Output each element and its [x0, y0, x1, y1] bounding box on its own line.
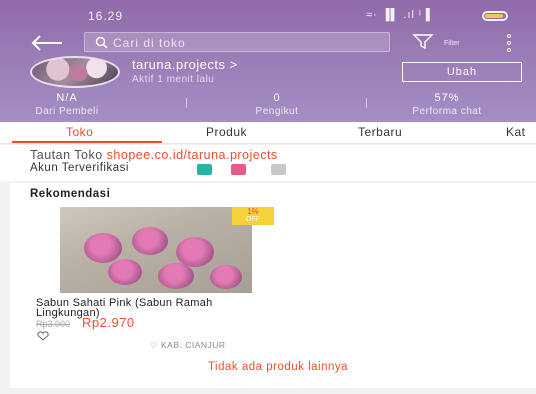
- original-price: Rp3.000: [36, 319, 71, 329]
- verified-badge-icon: [231, 164, 246, 175]
- stat-label: Dari Pembeli: [35, 106, 99, 117]
- product-name: Sabun Sahati Pink (Sabun Ramah Lingkunga…: [36, 297, 213, 319]
- search-input[interactable]: [113, 35, 383, 51]
- soap-image: [176, 237, 214, 267]
- tab-kategori[interactable]: Kat: [506, 125, 526, 139]
- back-button[interactable]: [30, 34, 64, 52]
- shop-header: 16.29 ≈· ▐▌ .ıl ᴵ▐ Filter taruna.project…: [0, 0, 536, 122]
- discount-label: OFF: [246, 216, 260, 223]
- more-dot-icon: [507, 34, 511, 38]
- filter-icon: [412, 34, 434, 50]
- shop-tabs: Toko Produk Terbaru Kat: [0, 122, 536, 144]
- stat-value: 57%: [434, 92, 460, 104]
- shop-link-label: Tautan Toko: [30, 148, 103, 162]
- product-location: ♡ KAB. CIANJUR: [150, 340, 226, 351]
- recommendation-section: Rekomendasi 1% OFF Sabun Sahati Pink (Sa…: [10, 183, 536, 388]
- shop-link-url[interactable]: shopee.co.id/taruna.projects: [107, 148, 278, 162]
- tab-toko[interactable]: Toko: [66, 125, 93, 139]
- more-options-button[interactable]: [502, 32, 518, 54]
- soap-image: [84, 233, 122, 263]
- filter-button[interactable]: Filter: [412, 32, 476, 52]
- discount-badge: 1% OFF: [232, 207, 274, 225]
- product-card[interactable]: 1% OFF Sabun Sahati Pink (Sabun Ramah Li…: [32, 207, 274, 351]
- divider: [186, 98, 187, 108]
- soap-image: [132, 227, 168, 255]
- verified-badge-icon: [271, 164, 286, 175]
- soap-image: [210, 265, 242, 289]
- soap-image: [158, 263, 194, 289]
- heart-icon[interactable]: [36, 331, 50, 341]
- verified-label: Akun Terverifikasi: [30, 162, 129, 174]
- divider: [366, 98, 367, 108]
- search-bar[interactable]: [84, 32, 390, 52]
- stat-value: 0: [273, 92, 281, 104]
- battery-icon: [482, 11, 508, 21]
- stat-label: Performa chat: [412, 106, 482, 117]
- filter-label: Filter: [444, 40, 460, 47]
- shop-link: Tautan Toko shopee.co.id/taruna.projects: [30, 148, 278, 162]
- tab-terbaru[interactable]: Terbaru: [358, 125, 402, 139]
- status-bar: 16.29 ≈· ▐▌ .ıl ᴵ▐: [0, 6, 536, 24]
- stat-rating: N/A Dari Pembeli: [12, 92, 122, 117]
- search-icon: [95, 36, 108, 49]
- soap-image: [108, 259, 142, 285]
- stat-value: N/A: [56, 92, 78, 104]
- more-dot-icon: [507, 41, 511, 45]
- active-tab-indicator: [12, 141, 162, 143]
- verified-badge-icon: [197, 164, 212, 175]
- location-text: KAB. CIANJUR: [160, 340, 226, 350]
- location-pin-icon: ♡: [150, 340, 161, 350]
- product-image[interactable]: [60, 207, 252, 293]
- more-dot-icon: [507, 48, 511, 52]
- status-time: 16.29: [88, 9, 124, 23]
- status-icons: ≈· ▐▌ .ıl ᴵ▐: [366, 9, 431, 21]
- stat-label: Pengikut: [255, 106, 299, 117]
- stat-chat-performance: 57% Performa chat: [392, 92, 502, 117]
- no-more-products: Tidak ada produk lainnya: [207, 361, 349, 373]
- discount-percent: 1%: [247, 207, 259, 216]
- edit-button[interactable]: Ubah: [402, 62, 522, 82]
- shop-active-status: Aktif 1 menit lalu: [132, 74, 215, 85]
- shop-name[interactable]: taruna.projects >: [132, 57, 238, 72]
- stat-followers[interactable]: 0 Pengikut: [222, 92, 332, 117]
- recommendation-title: Rekomendasi: [30, 188, 111, 200]
- shop-avatar[interactable]: [30, 56, 120, 88]
- shop-info: Tautan Toko shopee.co.id/taruna.projects…: [0, 145, 536, 181]
- product-price: Rp2.970: [82, 315, 135, 330]
- tab-produk[interactable]: Produk: [206, 125, 247, 139]
- arrow-left-icon: [31, 35, 62, 51]
